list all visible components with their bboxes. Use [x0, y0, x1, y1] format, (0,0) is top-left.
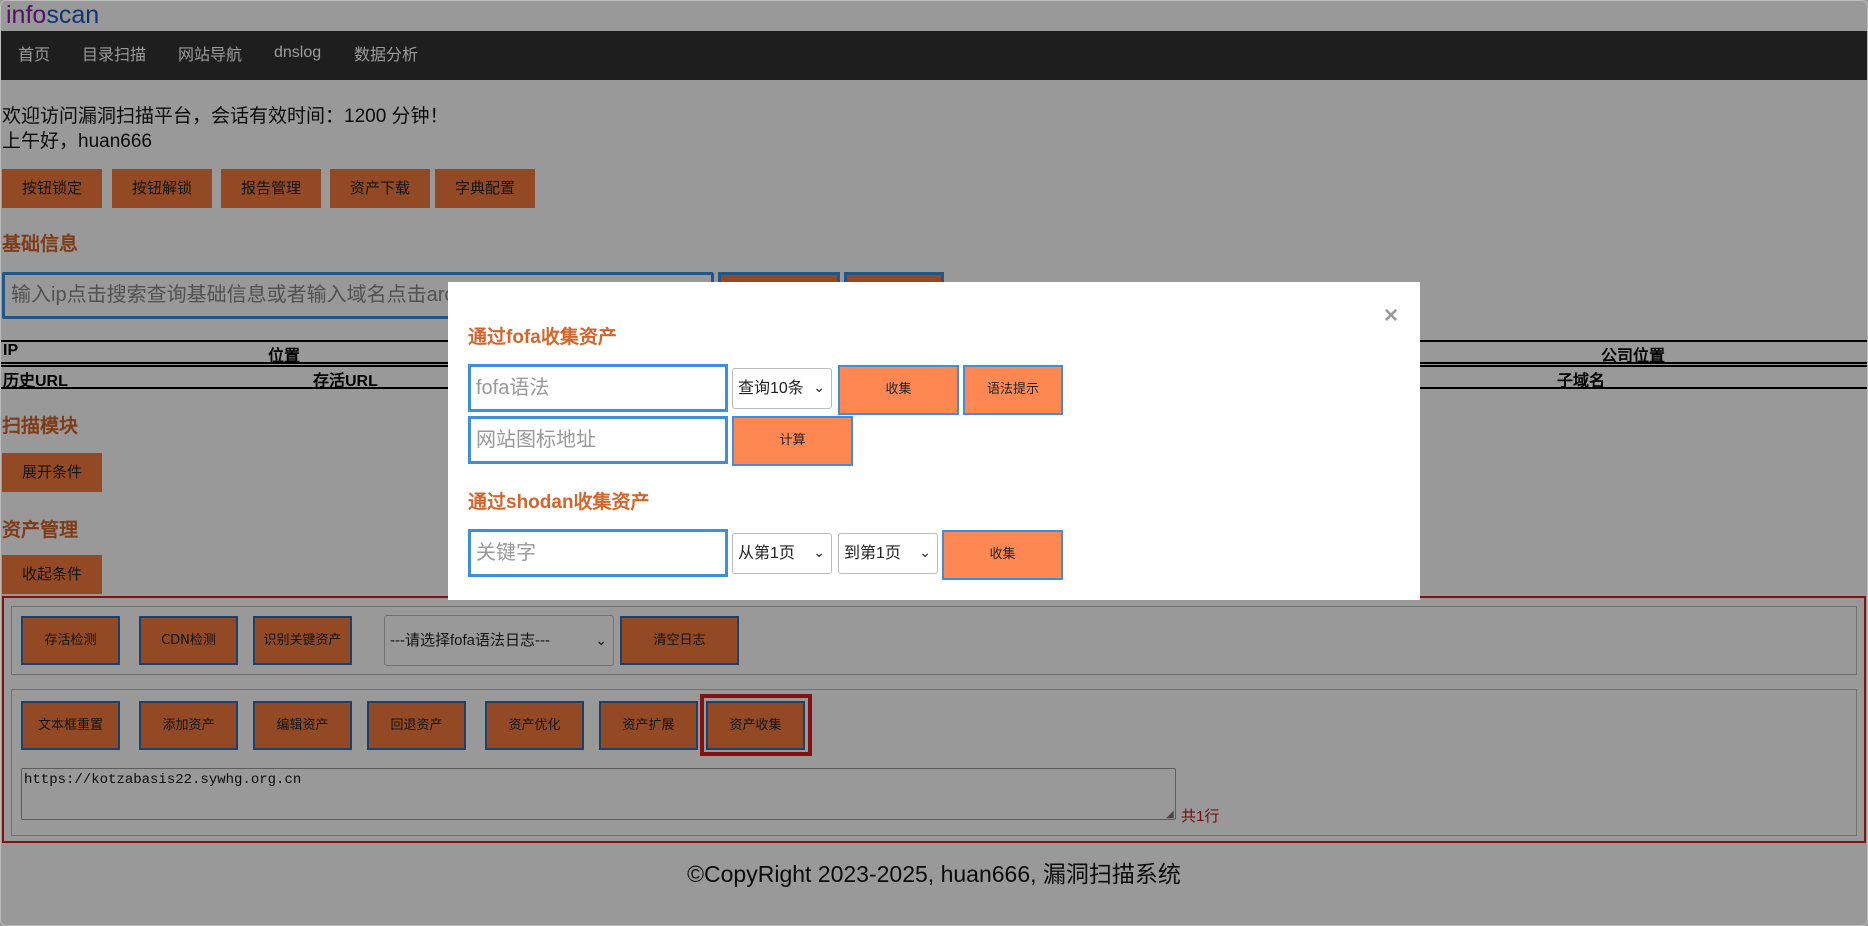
- calc-button[interactable]: 计算: [732, 416, 853, 466]
- fofa-collect-button[interactable]: 收集: [838, 365, 959, 415]
- close-icon[interactable]: ×: [1384, 302, 1398, 330]
- icon-url-input[interactable]: 网站图标地址: [468, 416, 728, 464]
- syntax-hint-button[interactable]: 语法提示: [963, 365, 1063, 415]
- to-page-value: 到第1页: [844, 545, 901, 562]
- from-page-select[interactable]: 从第1页 ⌄: [732, 533, 832, 574]
- shodan-title: 通过shodan收集资产: [468, 492, 650, 513]
- fofa-count-value: 查询10条: [738, 380, 804, 397]
- fofa-query-input[interactable]: fofa语法: [468, 364, 728, 412]
- chevron-down-icon: ⌄: [813, 544, 825, 560]
- page: infoscan 首页 目录扫描 网站导航 dnslog 数据分析 欢迎访问漏洞…: [0, 0, 1868, 926]
- fofa-title: 通过fofa收集资产: [468, 327, 617, 348]
- shodan-collect-button[interactable]: 收集: [942, 530, 1063, 580]
- from-page-value: 从第1页: [738, 545, 795, 562]
- to-page-select[interactable]: 到第1页 ⌄: [838, 533, 938, 574]
- chevron-down-icon: ⌄: [813, 379, 825, 395]
- asset-collect-modal: × 通过fofa收集资产 fofa语法 查询10条 ⌄ 收集 语法提示 网站图标地…: [448, 282, 1420, 600]
- fofa-count-select[interactable]: 查询10条 ⌄: [732, 368, 832, 409]
- shodan-keyword-input[interactable]: 关键字: [468, 529, 728, 577]
- chevron-down-icon: ⌄: [919, 544, 931, 560]
